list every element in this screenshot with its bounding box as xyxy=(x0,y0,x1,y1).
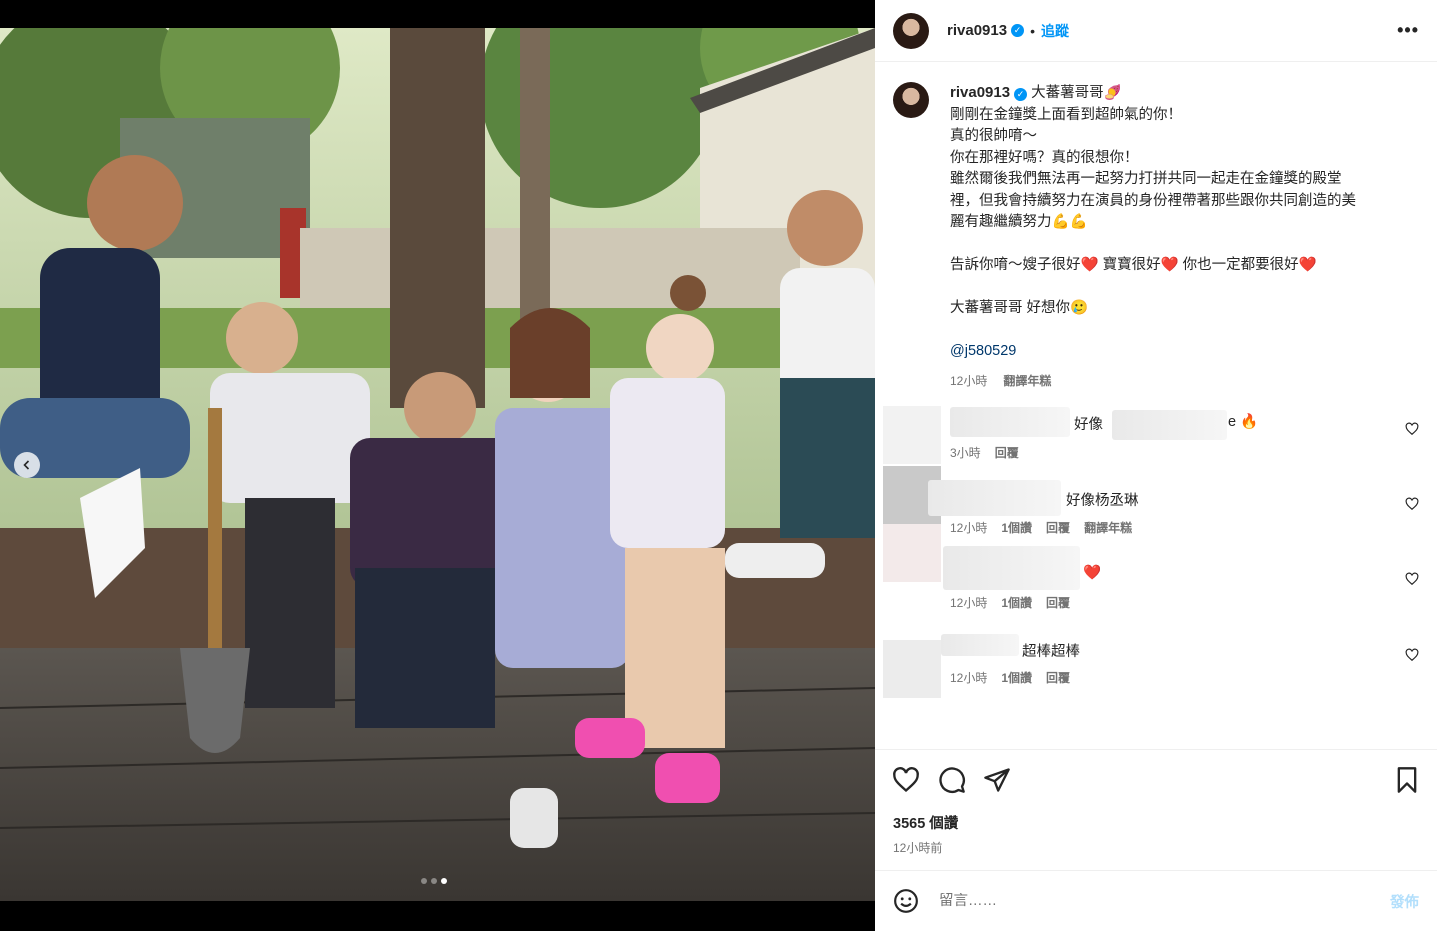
caption-body: riva0913 ✓ 大蕃薯哥哥🍠 剛剛在金鐘獎上面看到超帥氣的你！ 真的很帥唷～… xyxy=(950,82,1420,392)
reply-button[interactable]: 回覆 xyxy=(1046,596,1070,610)
chevron-left-icon xyxy=(23,460,30,470)
verified-badge-icon: ✓ xyxy=(1011,24,1025,37)
comment-avatar[interactable] xyxy=(883,406,941,464)
caption-meta: 12小時 翻譯年糕 xyxy=(950,371,1420,393)
comment-icon[interactable] xyxy=(938,766,966,794)
comment-heart-icon[interactable] xyxy=(1405,648,1419,662)
comment-likes[interactable]: 1個讚 xyxy=(1001,596,1032,610)
caption-mention-link[interactable]: @j580529 xyxy=(950,341,1420,363)
comment-heart-icon[interactable] xyxy=(1405,572,1419,586)
comment-text-end: e 🔥 xyxy=(1228,414,1259,430)
more-options-button[interactable]: ••• xyxy=(1397,20,1419,41)
emoji-icon[interactable] xyxy=(893,888,919,914)
caption-text-line xyxy=(950,277,1420,299)
caption-text-line: 裡，但我會持續努力在演員的身份裡帶著那些跟你共同創造的美 xyxy=(950,192,1356,209)
comment-avatar[interactable] xyxy=(883,524,941,582)
add-comment-bar: 發佈 xyxy=(875,870,1437,931)
blurred-username xyxy=(950,407,1070,437)
post-photo[interactable] xyxy=(0,28,875,901)
caption-username[interactable]: riva0913 xyxy=(950,84,1010,101)
comment-meta: 3小時 回覆 xyxy=(950,444,1033,461)
heart-icon[interactable] xyxy=(892,766,920,794)
carousel-dot xyxy=(431,878,437,884)
reply-button[interactable]: 回覆 xyxy=(1046,671,1070,685)
comment-item: 超棒超棒 12小時 1個讚 回覆 xyxy=(883,634,1433,700)
verified-badge-icon: ✓ xyxy=(1014,88,1028,102)
caption-text-line: 剛剛在金鐘獎上面看到超帥氣的你！ xyxy=(950,106,1182,123)
comment-meta: 12小時 1個讚 回覆 xyxy=(950,669,1084,686)
comment-avatar[interactable] xyxy=(883,640,941,698)
caption-text-line: 大蕃薯哥哥🍠 xyxy=(1031,85,1122,101)
post-actions: 3565 個讚 12小時前 xyxy=(875,749,1437,869)
follow-button[interactable]: 追蹤 xyxy=(1041,21,1069,41)
caption-text-line: 告訴你唷～嫂子很好❤️ 寶寶很好❤️ 你也一定都要很好❤️ xyxy=(950,257,1317,273)
comment-time: 3小時 xyxy=(950,446,981,460)
post-time: 12小時前 xyxy=(893,841,943,855)
comment-item: 好像 e 🔥 3小時 回覆 xyxy=(883,406,1433,464)
carousel-indicator xyxy=(421,878,447,884)
carousel-dot xyxy=(441,878,447,884)
blurred-username xyxy=(943,546,1080,590)
carousel-prev-button[interactable] xyxy=(14,452,40,478)
caption-text-line: 麗有趣繼續努力💪💪 xyxy=(950,214,1088,230)
comment-meta: 12小時 1個讚 回覆 xyxy=(950,594,1084,611)
carousel-dot xyxy=(421,878,427,884)
caption-text-line: 大蕃薯哥哥 好想你🥲 xyxy=(950,300,1089,316)
comment-heart-icon[interactable] xyxy=(1405,422,1419,436)
caption-time: 12小時 xyxy=(950,373,988,388)
post-comment-button[interactable]: 發佈 xyxy=(1390,891,1419,912)
caption-text-line: 雖然爾後我們無法再一起努力打拼共同一起走在金鐘獎的殿堂 xyxy=(950,171,1342,187)
post-details-panel: riva0913 ✓ • 追蹤 ••• riva0913 ✓ 大蕃薯哥哥🍠 剛剛在… xyxy=(875,0,1437,931)
avatar[interactable] xyxy=(893,12,929,49)
comment-input[interactable] xyxy=(939,893,1390,909)
comment-time: 12小時 xyxy=(950,671,988,685)
blurred-username xyxy=(928,480,1061,516)
post-header: riva0913 ✓ • 追蹤 ••• xyxy=(875,0,1437,62)
comment-text: ❤️ xyxy=(1083,565,1102,581)
caption-text-line: 真的很帥唷～ xyxy=(950,128,1037,144)
comment-item: ❤️ 12小時 1個讚 回覆 xyxy=(883,524,1433,610)
caption-text-line xyxy=(950,234,1420,256)
comment-text: 好像 xyxy=(1074,417,1103,433)
post-caption: riva0913 ✓ 大蕃薯哥哥🍠 剛剛在金鐘獎上面看到超帥氣的你！ 真的很帥唷～… xyxy=(893,82,1423,392)
comment-likes[interactable]: 1個讚 xyxy=(1001,671,1032,685)
separator-dot: • xyxy=(1030,22,1035,39)
comment-text: 超棒超棒 xyxy=(1022,644,1080,660)
reply-button[interactable]: 回覆 xyxy=(995,446,1019,460)
post-media xyxy=(0,0,875,931)
instagram-post-view: riva0913 ✓ • 追蹤 ••• riva0913 ✓ 大蕃薯哥哥🍠 剛剛在… xyxy=(0,0,1437,931)
blurred-username xyxy=(941,634,1019,656)
send-icon[interactable] xyxy=(983,766,1011,794)
comment-text: 好像杨丞琳 xyxy=(1066,493,1139,509)
photo-illustration xyxy=(0,28,875,901)
blurred-text xyxy=(1112,410,1227,440)
comment-time: 12小時 xyxy=(950,596,988,610)
like-count[interactable]: 3565 個讚 xyxy=(893,812,958,833)
header-username[interactable]: riva0913 xyxy=(947,22,1007,39)
caption-text-line: 你在那裡好嗎？真的很想你！ xyxy=(950,149,1139,166)
bookmark-icon[interactable] xyxy=(1393,766,1421,794)
comment-heart-icon[interactable] xyxy=(1405,497,1419,511)
caption-first-line: riva0913 ✓ 大蕃薯哥哥🍠 xyxy=(950,82,1420,105)
translate-button[interactable]: 翻譯年糕 xyxy=(1003,374,1051,388)
caption-text-line xyxy=(950,320,1420,342)
avatar[interactable] xyxy=(893,82,929,118)
comment-item: 好像杨丞琳 12小時 1個讚 回覆 翻譯年糕 xyxy=(883,466,1433,535)
